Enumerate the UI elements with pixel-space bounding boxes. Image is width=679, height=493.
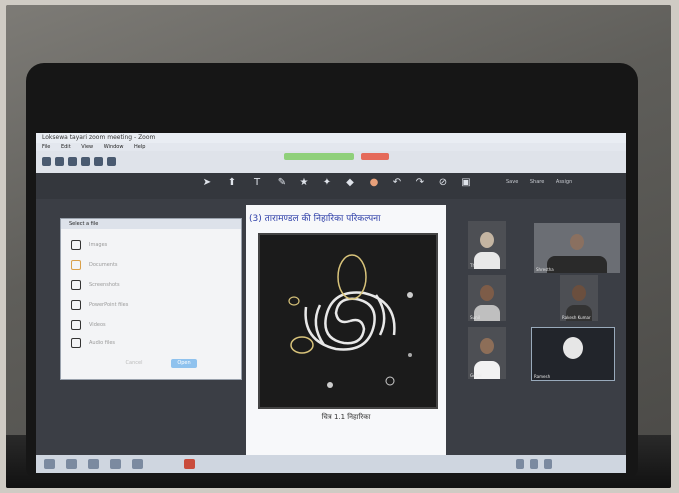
- network-icon[interactable]: [530, 459, 538, 469]
- participant-face: [480, 338, 494, 355]
- dialog-title: Select a file: [61, 219, 241, 229]
- menu-edit[interactable]: Edit: [61, 144, 71, 150]
- volume-icon[interactable]: [544, 459, 552, 469]
- participant-tile[interactable]: Rakesh Kumar: [560, 275, 598, 321]
- stamp-icon[interactable]: ★: [298, 177, 310, 189]
- participant-face: [572, 285, 586, 302]
- folder-icon: [71, 239, 81, 250]
- annotation-toolbar: ➤ ⬆ T ✎ ★ ✦ ◆ ● ↶ ↷ ⊘ ▣: [36, 173, 626, 199]
- planet-right: [407, 292, 413, 298]
- shared-slide: (3) तारामण्डल की निहारिका परिकल्पना चित्…: [246, 205, 446, 455]
- video-icon: [71, 319, 81, 330]
- window-titlebar: Loksewa tayari zoom meeting - Zoom: [36, 133, 626, 143]
- laptop-screen: Loksewa tayari zoom meeting - Zoom File …: [36, 133, 626, 473]
- pdf-icon[interactable]: [184, 459, 195, 469]
- media-icon[interactable]: [132, 459, 143, 469]
- undo-icon[interactable]: [94, 157, 103, 166]
- participant-name: Rakesh Kumar: [562, 315, 591, 320]
- laptop-bezel: Loksewa tayari zoom meeting - Zoom File …: [26, 63, 638, 478]
- orbit-small: [288, 296, 300, 306]
- folder-task-icon[interactable]: [110, 459, 121, 469]
- participant-tile[interactable]: Gopal: [468, 327, 506, 379]
- participant-tile-active[interactable]: Ramesh: [531, 327, 615, 381]
- photo-frame: Loksewa tayari zoom meeting - Zoom File …: [6, 5, 671, 488]
- dialog-item-audio[interactable]: Audio files: [71, 337, 221, 349]
- participant-name: Ramesh: [534, 374, 551, 379]
- menu-view[interactable]: View: [81, 144, 93, 150]
- spotlight-icon[interactable]: ✦: [321, 177, 333, 189]
- save-icon[interactable]: [68, 157, 77, 166]
- open-icon[interactable]: [55, 157, 64, 166]
- save-anno-icon[interactable]: ▣: [460, 177, 472, 189]
- spiral-galaxy: [304, 291, 396, 351]
- active-meeting-tab[interactable]: [284, 153, 354, 160]
- document-icon: [71, 259, 81, 270]
- tray-icon[interactable]: [516, 459, 524, 469]
- participant-tile[interactable]: Thapa: [468, 221, 506, 269]
- start-icon[interactable]: [44, 459, 55, 469]
- planet-lower: [327, 382, 333, 388]
- participant-name: Shrestha: [536, 267, 554, 272]
- taskbar: [36, 455, 626, 473]
- open-button[interactable]: Open: [171, 359, 197, 368]
- explorer-icon[interactable]: [66, 459, 77, 469]
- slides-icon: [71, 299, 81, 310]
- dialog-item-images[interactable]: Images: [71, 239, 221, 251]
- nebula-image: [258, 233, 438, 409]
- participant-name: Gopal: [470, 373, 482, 378]
- nebula-drawing: [288, 254, 413, 388]
- toolbar-right: Save Share Assign: [506, 179, 582, 185]
- participant-name: Sunil: [470, 315, 480, 320]
- mouse-icon[interactable]: ➤: [201, 177, 213, 189]
- icon-toolbar: [36, 151, 626, 173]
- slide-heading: (3) तारामण्डल की निहारिका परिकल्पना: [249, 214, 381, 224]
- redo-anno-icon[interactable]: ↷: [414, 177, 426, 189]
- dialog-item-powerpoint[interactable]: PowerPoint files: [71, 299, 221, 311]
- draw-icon[interactable]: ✎: [276, 177, 288, 189]
- save-button[interactable]: Save: [506, 179, 518, 185]
- menu-bar: File Edit View Window Help: [36, 143, 626, 151]
- clear-icon[interactable]: ⊘: [437, 177, 449, 189]
- slide-caption: चित्र 1.1 निहारिका: [321, 413, 371, 421]
- orbit-left: [290, 336, 314, 354]
- participant-face: [563, 337, 583, 360]
- planet-bottom: [385, 376, 395, 386]
- window-title: Loksewa tayari zoom meeting - Zoom: [42, 134, 156, 141]
- audio-icon: [71, 337, 81, 348]
- redo-icon[interactable]: [107, 157, 116, 166]
- menu-window[interactable]: Window: [104, 144, 124, 150]
- browser-icon[interactable]: [88, 459, 99, 469]
- select-icon[interactable]: ⬆: [226, 177, 238, 189]
- dialog-item-videos[interactable]: Videos: [71, 319, 221, 331]
- participant-face: [570, 234, 584, 250]
- participant-body: [546, 255, 608, 273]
- dialog-item-documents[interactable]: Documents: [71, 259, 221, 271]
- cancel-button[interactable]: Cancel: [121, 359, 147, 368]
- file-dialog: Select a file Images Documents Screensho…: [60, 218, 242, 380]
- participant-face: [480, 231, 494, 248]
- participant-tile[interactable]: Sunil: [468, 275, 506, 321]
- print-icon[interactable]: [81, 157, 90, 166]
- undo-anno-icon[interactable]: ↶: [391, 177, 403, 189]
- menu-help[interactable]: Help: [134, 144, 145, 150]
- text-icon[interactable]: T: [251, 177, 263, 189]
- participant-face: [480, 285, 494, 302]
- star-dot: [408, 353, 412, 357]
- format-icon[interactable]: ●: [368, 177, 380, 189]
- share-button[interactable]: Share: [530, 179, 544, 185]
- new-file-icon[interactable]: [42, 157, 51, 166]
- screenshot-icon: [71, 279, 81, 290]
- dialog-item-screenshots[interactable]: Screenshots: [71, 279, 221, 291]
- participant-tile[interactable]: Shrestha: [534, 223, 620, 273]
- participant-name: Thapa: [470, 263, 483, 268]
- eraser-icon[interactable]: ◆: [344, 177, 356, 189]
- assign-button[interactable]: Assign: [556, 179, 572, 185]
- recording-tab[interactable]: [361, 153, 389, 160]
- menu-file[interactable]: File: [42, 144, 50, 150]
